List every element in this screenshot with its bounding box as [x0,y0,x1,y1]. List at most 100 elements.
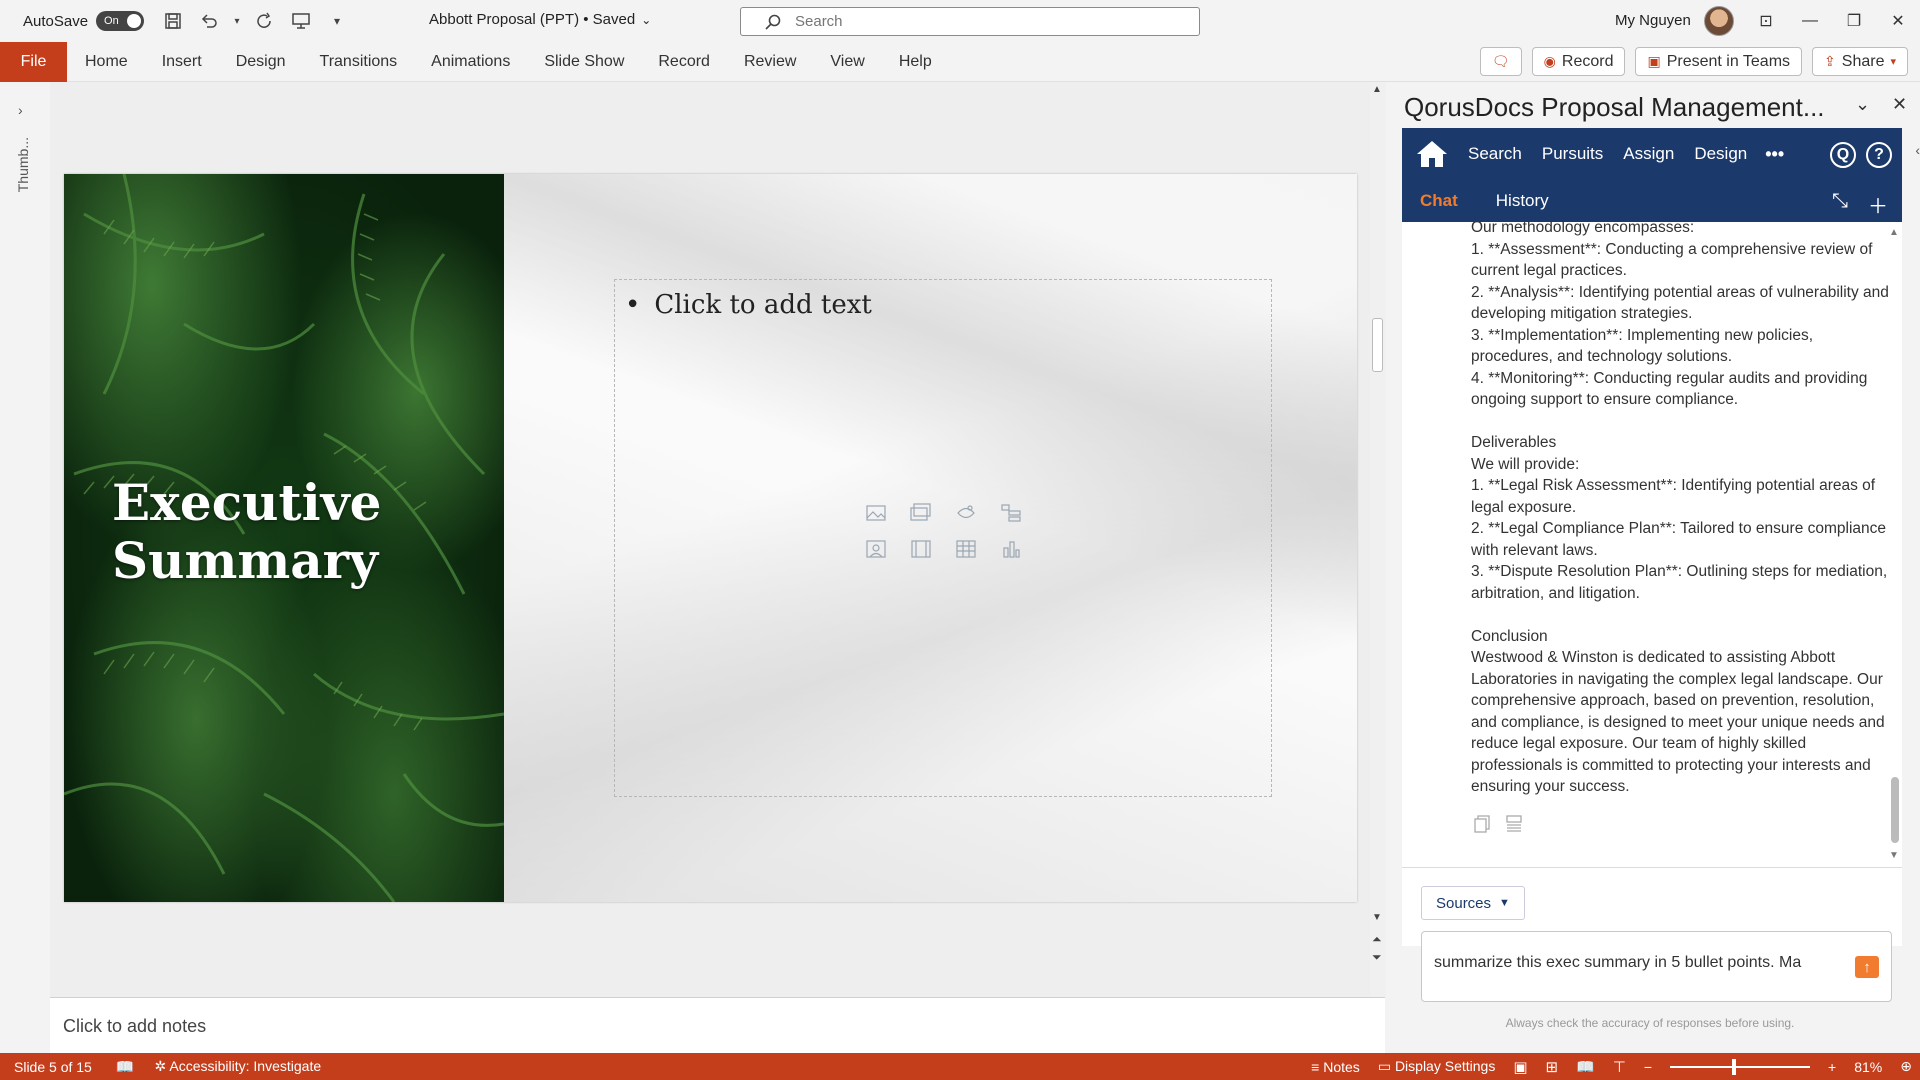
accuracy-disclaimer: Always check the accuracy of responses b… [1505,1016,1795,1030]
reading-view-icon[interactable]: 📖 [1576,1058,1595,1076]
document-title[interactable]: Abbott Proposal (PPT) • Saved ⌄ [429,11,651,28]
collapse-chevron-icon[interactable]: ‹ [1915,142,1920,158]
thumbnails-label[interactable]: Thumb... [15,137,31,192]
content-placeholder[interactable]: Click to add text [614,279,1272,797]
user-name[interactable]: My Nguyen [1615,12,1691,29]
tab-help[interactable]: Help [899,53,932,71]
search-box[interactable] [740,7,1200,36]
expand-thumbnails-icon[interactable]: › [18,102,23,118]
expand-icon[interactable]: ⤡ [1832,190,1848,219]
scroll-thumb[interactable] [1372,318,1383,372]
insert-chart-icon[interactable] [1000,538,1022,560]
qorus-nav-bar: Search Pursuits Assign Design ••• Q ? [1402,128,1902,180]
scroll-up-icon[interactable]: ▲ [1372,84,1382,95]
undo-icon[interactable] [196,8,222,34]
sources-dropdown[interactable]: Sources ▼ [1421,886,1525,920]
slide-show-icon[interactable]: ⊤ [1613,1058,1626,1076]
insert-video-icon[interactable] [910,538,932,560]
slide-indicator[interactable]: Slide 5 of 15 [14,1059,92,1075]
zoom-level[interactable]: 81% [1854,1059,1882,1075]
tab-record[interactable]: Record [658,53,710,71]
prompt-input[interactable] [1434,954,1834,972]
slide-sorter-icon[interactable]: ⊞ [1546,1058,1559,1076]
avatar[interactable] [1704,6,1734,36]
qorus-ai-icon[interactable]: Q [1830,142,1856,168]
insert-into-document-icon[interactable] [1504,814,1524,839]
tab-transitions[interactable]: Transitions [320,53,398,71]
zoom-in-icon[interactable]: + [1828,1059,1836,1075]
new-chat-plus-icon[interactable]: ＋ [1868,190,1888,219]
scroll-up-icon[interactable]: ▲ [1889,227,1899,238]
search-input[interactable] [795,13,1175,30]
chat-scrollbar[interactable]: ▲ ▼ [1886,222,1902,867]
next-slide-icon[interactable]: ⏷ [1372,950,1382,965]
copy-icon[interactable] [1472,814,1492,839]
spelling-book-icon[interactable]: 📖 [116,1058,135,1076]
tab-history[interactable]: History [1496,191,1549,211]
tab-home[interactable]: Home [85,53,128,71]
fit-to-window-icon[interactable]: ⊕ [1900,1058,1912,1075]
insert-icons-icon[interactable] [955,502,977,524]
notes-pane[interactable]: Click to add notes [50,997,1385,1053]
autosave-toggle[interactable]: On [96,11,145,31]
more-icon[interactable]: ••• [1765,144,1784,165]
notes-placeholder[interactable]: Click to add notes [63,1016,206,1037]
tab-chat[interactable]: Chat [1420,191,1458,211]
editor-scrollbar[interactable]: ▲ ▼ ⏶ ⏷ [1370,82,1386,997]
ribbon-actions: 🗨 ◉ Record ▣ Present in Teams ⇪ Share ▾ [1479,47,1908,76]
send-arrow-icon[interactable]: ↑ [1855,956,1879,978]
normal-view-icon[interactable]: ▣ [1513,1058,1527,1076]
restore-icon[interactable]: ❐ [1832,0,1876,42]
message-line: We will provide: [1471,455,1580,473]
tab-design[interactable]: Design [236,53,286,71]
pane-close-icon[interactable]: ✕ [1892,94,1907,115]
undo-dropdown-chevron-icon[interactable]: ▾ [232,8,242,34]
customize-toolbar-chevron-icon[interactable]: ▾ [324,8,350,34]
slide-canvas[interactable]: Executive Summary Click to add text [64,174,1357,902]
insert-table-icon[interactable] [955,538,977,560]
nav-search[interactable]: Search [1468,144,1522,164]
chat-scroll-thumb[interactable] [1891,777,1899,843]
message-line: 3. **Dispute Resolution Plan**: Outlinin… [1471,563,1888,602]
previous-slide-icon[interactable]: ⏶ [1372,932,1382,947]
accessibility-status[interactable]: ✲ Accessibility: Investigate [155,1058,322,1075]
scroll-down-icon[interactable]: ▼ [1372,912,1382,923]
tab-insert[interactable]: Insert [162,53,202,71]
redo-icon[interactable] [252,8,278,34]
notes-toggle[interactable]: ≡ Notes [1311,1059,1360,1075]
nav-assign[interactable]: Assign [1623,144,1674,164]
slide-title[interactable]: Executive Summary [112,474,472,590]
record-button[interactable]: ◉ Record [1531,47,1626,76]
share-button[interactable]: ⇪ Share ▾ [1812,47,1908,76]
prompt-box[interactable]: ↑ [1421,931,1892,1002]
display-settings[interactable]: ▭ Display Settings [1378,1058,1496,1075]
zoom-slider[interactable] [1670,1058,1811,1075]
minimize-icon[interactable]: — [1788,0,1832,42]
ribbon-display-icon[interactable]: ⊡ [1744,0,1788,42]
insert-cameo-icon[interactable] [865,538,887,560]
close-icon[interactable]: ✕ [1876,0,1920,42]
search-icon [765,14,781,30]
help-icon[interactable]: ? [1866,142,1892,168]
message-line: Our methodology encompasses: [1471,222,1695,236]
comments-button[interactable]: 🗨 [1479,47,1522,76]
nav-design[interactable]: Design [1694,144,1747,164]
home-icon[interactable] [1416,138,1448,170]
nav-pursuits[interactable]: Pursuits [1542,144,1603,164]
present-from-start-icon[interactable] [288,8,314,34]
placeholder-text[interactable]: Click to add text [625,290,871,320]
tab-view[interactable]: View [830,53,864,71]
scroll-down-icon[interactable]: ▼ [1889,850,1899,861]
tab-review[interactable]: Review [744,53,796,71]
insert-picture-icon[interactable] [865,502,887,524]
pane-options-chevron-icon[interactable]: ⌄ [1855,94,1870,115]
tab-file[interactable]: File [0,41,67,82]
save-icon[interactable] [160,8,186,34]
tab-slide-show[interactable]: Slide Show [544,53,624,71]
insert-smartart-icon[interactable] [1000,502,1022,524]
present-in-teams-button[interactable]: ▣ Present in Teams [1635,47,1803,76]
insert-stock-images-icon[interactable] [910,502,932,524]
zoom-out-icon[interactable]: − [1644,1059,1652,1075]
tab-animations[interactable]: Animations [431,53,510,71]
